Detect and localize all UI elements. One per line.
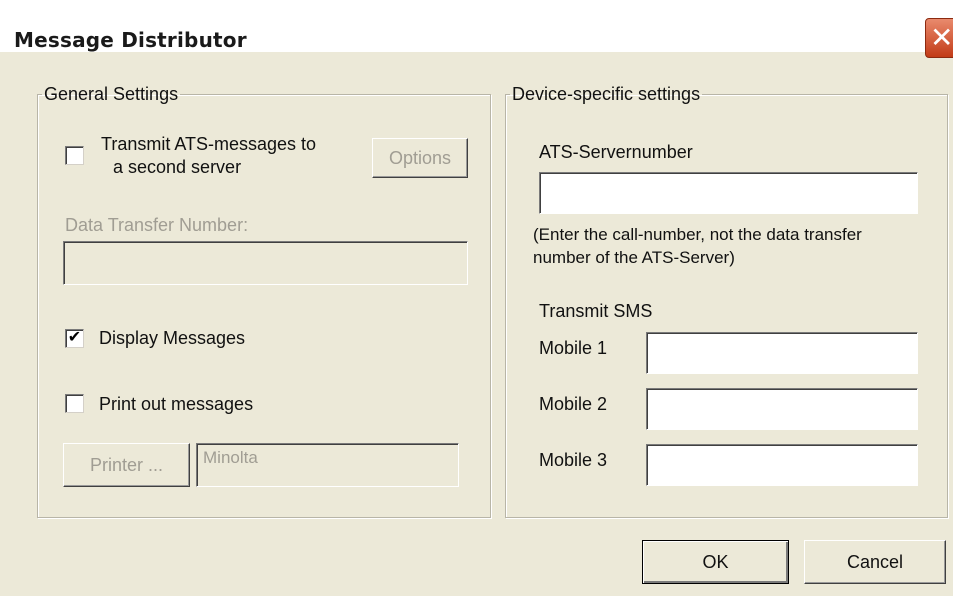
transmit-sms-label: Transmit SMS — [539, 301, 653, 321]
display-messages-label: Display Messages — [99, 328, 246, 348]
general-settings-legend: General Settings — [44, 84, 179, 104]
mobile-3-label: Mobile 3 — [539, 450, 608, 470]
transmit-ats-label-line2: a second server — [113, 157, 242, 177]
close-icon: ✕ — [930, 21, 953, 54]
mobile-2-label: Mobile 2 — [539, 394, 608, 414]
mobile-1-label: Mobile 1 — [539, 338, 608, 358]
print-messages-label: Print out messages — [99, 394, 254, 414]
checkmark-icon: ✔ — [67, 329, 82, 346]
printer-button[interactable]: Printer ... — [63, 443, 190, 487]
data-transfer-number-label: Data Transfer Number: — [65, 215, 249, 235]
ats-servernumber-label: ATS-Servernumber — [539, 142, 693, 162]
title-bar: Message Distributor ✕ — [0, 0, 953, 58]
transmit-ats-checkbox[interactable] — [65, 146, 84, 165]
window-title: Message Distributor — [14, 28, 247, 52]
servernumber-hint-line2: number of the ATS-Server) — [533, 248, 735, 267]
mobile-2-input[interactable] — [646, 388, 918, 430]
print-messages-checkbox[interactable] — [65, 394, 84, 413]
mobile-3-input[interactable] — [646, 444, 918, 486]
device-settings-legend: Device-specific settings — [512, 84, 701, 104]
ats-servernumber-input[interactable] — [539, 172, 918, 214]
options-button[interactable]: Options — [372, 138, 468, 178]
servernumber-hint-line1: (Enter the call-number, not the data tra… — [533, 225, 862, 244]
mobile-1-input[interactable] — [646, 332, 918, 374]
cancel-button[interactable]: Cancel — [804, 540, 946, 584]
close-button[interactable]: ✕ — [925, 18, 953, 58]
ok-button[interactable]: OK — [642, 540, 789, 584]
display-messages-checkbox[interactable]: ✔ — [65, 329, 84, 348]
dialog-window: Message Distributor ✕ General Settings T… — [0, 0, 953, 596]
transmit-ats-label-line1: Transmit ATS-messages to — [101, 134, 317, 154]
data-transfer-number-input[interactable] — [63, 241, 468, 285]
printer-name-field: Minolta — [196, 443, 459, 487]
